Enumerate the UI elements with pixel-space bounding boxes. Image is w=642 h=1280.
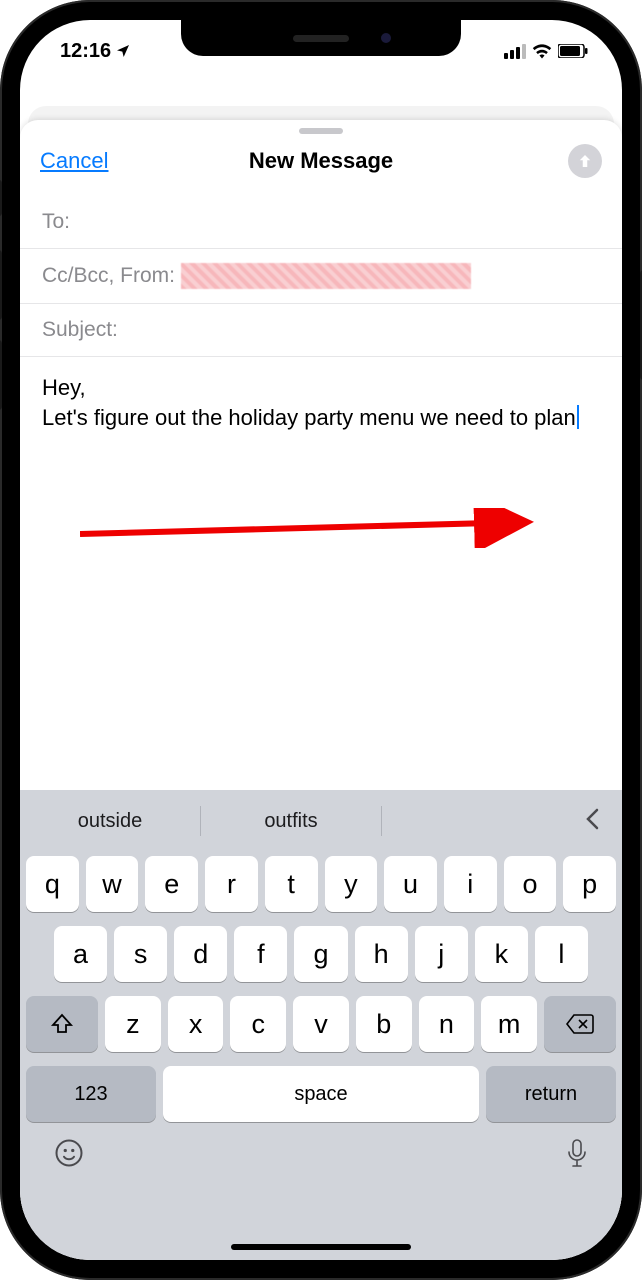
ccbcc-from-field[interactable]: Cc/Bcc, From:	[20, 249, 622, 304]
key-l[interactable]: l	[535, 926, 588, 982]
key-t[interactable]: t	[265, 856, 318, 912]
sheet-title: New Message	[20, 148, 622, 174]
keyboard: outside outfits q w e r t	[20, 790, 622, 1260]
text-cursor	[577, 405, 579, 429]
key-y[interactable]: y	[325, 856, 378, 912]
suggestion-bar: outside outfits	[20, 790, 622, 852]
key-i[interactable]: i	[444, 856, 497, 912]
keyboard-row-4: 123 space return	[26, 1066, 616, 1122]
emoji-icon	[54, 1138, 84, 1168]
key-k[interactable]: k	[475, 926, 528, 982]
key-p[interactable]: p	[563, 856, 616, 912]
arrow-up-icon	[576, 152, 594, 170]
key-j[interactable]: j	[415, 926, 468, 982]
phone-frame: 12:16 Cancel New Message To:	[0, 0, 642, 1280]
key-a[interactable]: a	[54, 926, 107, 982]
chevron-left-icon	[585, 808, 599, 830]
volume-up	[0, 250, 2, 320]
key-r[interactable]: r	[205, 856, 258, 912]
key-g[interactable]: g	[294, 926, 347, 982]
screen: 12:16 Cancel New Message To:	[20, 20, 622, 1260]
wifi-icon	[532, 43, 552, 59]
shift-key[interactable]	[26, 996, 98, 1052]
key-f[interactable]: f	[234, 926, 287, 982]
key-b[interactable]: b	[356, 996, 412, 1052]
key-m[interactable]: m	[481, 996, 537, 1052]
key-d[interactable]: d	[174, 926, 227, 982]
from-address-redacted	[181, 263, 471, 289]
key-s[interactable]: s	[114, 926, 167, 982]
key-n[interactable]: n	[419, 996, 475, 1052]
subject-field[interactable]: Subject:	[20, 304, 622, 357]
key-v[interactable]: v	[293, 996, 349, 1052]
collapse-suggestions-button[interactable]	[562, 806, 622, 837]
space-key[interactable]: space	[163, 1066, 479, 1122]
swipe-right-arrow-annotation	[80, 508, 550, 548]
to-label: To:	[42, 210, 70, 234]
key-q[interactable]: q	[26, 856, 79, 912]
cellular-icon	[504, 44, 526, 59]
suggestion-1[interactable]: outside	[20, 810, 200, 833]
numbers-key[interactable]: 123	[26, 1066, 156, 1122]
key-h[interactable]: h	[355, 926, 408, 982]
compose-sheet: Cancel New Message To: Cc/Bcc, From: Sub…	[20, 120, 622, 1260]
location-icon	[115, 43, 131, 59]
mute-switch	[0, 180, 2, 216]
key-e[interactable]: e	[145, 856, 198, 912]
return-key[interactable]: return	[486, 1066, 616, 1122]
body-line-2: Let's figure out the holiday party menu …	[42, 403, 600, 433]
volume-down	[0, 340, 2, 410]
home-indicator[interactable]	[231, 1244, 411, 1250]
status-time: 12:16	[60, 40, 111, 63]
body-line-1: Hey,	[42, 373, 600, 403]
send-button[interactable]	[568, 144, 602, 178]
suggestion-2[interactable]: outfits	[201, 810, 381, 833]
microphone-icon	[566, 1138, 588, 1168]
key-u[interactable]: u	[384, 856, 437, 912]
to-field[interactable]: To:	[20, 196, 622, 249]
ccbcc-label: Cc/Bcc, From:	[42, 264, 175, 288]
shift-icon	[50, 1012, 74, 1036]
key-x[interactable]: x	[168, 996, 224, 1052]
battery-icon	[558, 44, 588, 58]
keyboard-row-3: z x c v b n m	[26, 996, 616, 1052]
dictation-button[interactable]	[566, 1138, 588, 1176]
backspace-icon	[565, 1013, 595, 1035]
subject-label: Subject:	[42, 318, 118, 342]
key-c[interactable]: c	[230, 996, 286, 1052]
keyboard-row-2: a s d f g h j k l	[26, 926, 616, 982]
key-w[interactable]: w	[86, 856, 139, 912]
emoji-button[interactable]	[54, 1138, 84, 1176]
key-z[interactable]: z	[105, 996, 161, 1052]
cancel-button[interactable]: Cancel	[40, 148, 108, 174]
delete-key[interactable]	[544, 996, 616, 1052]
keyboard-row-1: q w e r t y u i o p	[26, 856, 616, 912]
notch	[181, 20, 461, 56]
key-o[interactable]: o	[504, 856, 557, 912]
message-body[interactable]: Hey, Let's figure out the holiday party …	[20, 357, 622, 448]
